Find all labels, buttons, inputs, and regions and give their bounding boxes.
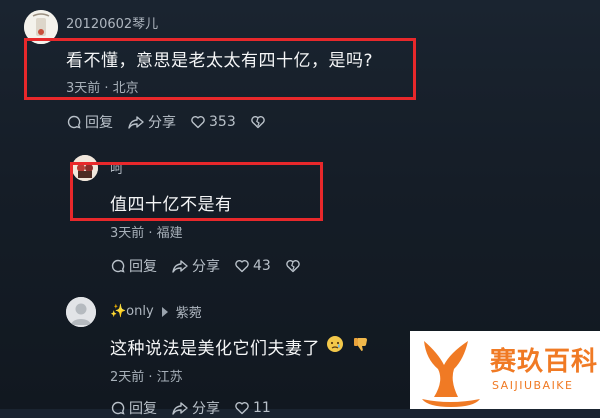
highlight-box: [70, 162, 323, 221]
reply-to-username[interactable]: 紫菀: [176, 302, 202, 321]
heart-icon: [191, 115, 205, 129]
crying-emoji-icon: [326, 335, 344, 358]
reply-label: 回复: [85, 115, 113, 131]
comment-username-row: ✨only 紫菀: [110, 302, 202, 321]
like-button[interactable]: 43: [234, 258, 271, 274]
whale-tail-logo-icon: [422, 341, 480, 407]
like-button[interactable]: 353: [190, 114, 236, 130]
watermark: 赛玖百科 SAIJIUBAIKE: [410, 331, 600, 409]
reply-button[interactable]: 回复: [66, 112, 113, 132]
broken-heart-icon: [286, 259, 300, 273]
reply-label: 回复: [129, 259, 157, 275]
like-button[interactable]: 11: [234, 400, 271, 416]
share-label: 分享: [192, 259, 220, 275]
share-label: 分享: [192, 401, 220, 417]
share-icon: [172, 260, 188, 273]
comment-username[interactable]: 20120602琴儿: [66, 13, 158, 32]
like-count: 353: [209, 114, 236, 130]
share-label: 分享: [148, 115, 176, 131]
default-avatar-icon: [66, 297, 96, 327]
share-icon: [172, 402, 188, 415]
broken-heart-icon: [250, 115, 265, 129]
reply-icon: [111, 401, 125, 415]
comment-meta: 2天前 · 江苏: [110, 370, 183, 385]
share-button[interactable]: 分享: [127, 112, 176, 132]
reply-label: 回复: [129, 401, 157, 417]
heart-icon: [235, 401, 249, 415]
comment-actions: 回复 分享 353: [66, 112, 283, 132]
highlight-box: [24, 38, 416, 100]
reply-icon: [111, 259, 125, 273]
comment-meta: 3天前 · 福建: [110, 226, 183, 241]
dislike-button[interactable]: [285, 258, 304, 274]
dislike-button[interactable]: [250, 114, 269, 130]
watermark-title: 赛玖百科: [490, 347, 599, 377]
comment-text: 这种说法是美化它们夫妻了: [110, 339, 320, 359]
watermark-subtitle: SAIJIUBAIKE: [492, 379, 574, 392]
comment-actions: 回复 分享 43: [110, 256, 318, 276]
thumbs-down-emoji-icon: [352, 335, 370, 358]
share-button[interactable]: 分享: [171, 256, 220, 276]
share-button[interactable]: 分享: [171, 398, 220, 418]
comment-text-row: 这种说法是美化它们夫妻了: [110, 334, 370, 359]
like-count: 11: [253, 400, 271, 416]
comment-actions: 回复 分享 11: [110, 398, 285, 418]
reply-button[interactable]: 回复: [110, 256, 157, 276]
reply-icon: [67, 115, 81, 129]
comment-username[interactable]: ✨only: [110, 304, 154, 319]
avatar[interactable]: [66, 297, 96, 327]
heart-icon: [235, 259, 249, 273]
like-count: 43: [253, 258, 271, 274]
share-icon: [128, 116, 144, 129]
reply-button[interactable]: 回复: [110, 398, 157, 418]
reply-to-arrow-icon: [161, 306, 168, 317]
